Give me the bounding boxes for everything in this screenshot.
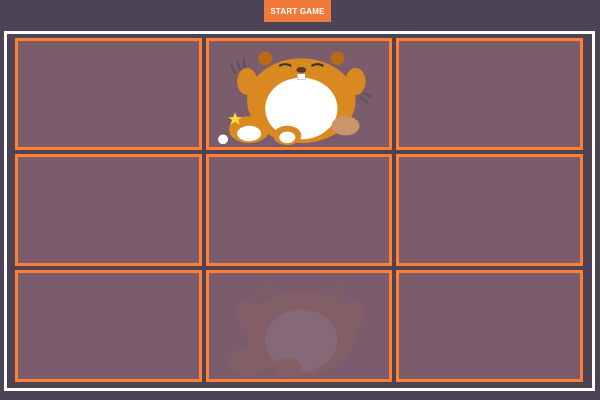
start-game-button[interactable]: START GAME (264, 0, 331, 22)
hole-6[interactable] (396, 154, 583, 266)
hole-9[interactable] (396, 270, 583, 382)
hole-5[interactable] (205, 154, 393, 266)
hole-grid (15, 38, 583, 382)
mole-icon (217, 51, 372, 146)
hole-1[interactable] (15, 38, 202, 150)
mole-character[interactable] (209, 41, 390, 147)
faded-mole (209, 273, 390, 379)
game-board (4, 31, 595, 391)
hole-3[interactable] (396, 38, 583, 150)
hole-8[interactable] (205, 270, 393, 382)
mole-icon (228, 283, 366, 378)
hole-2[interactable] (205, 38, 393, 150)
hole-7[interactable] (15, 270, 202, 382)
hole-4[interactable] (15, 154, 202, 266)
